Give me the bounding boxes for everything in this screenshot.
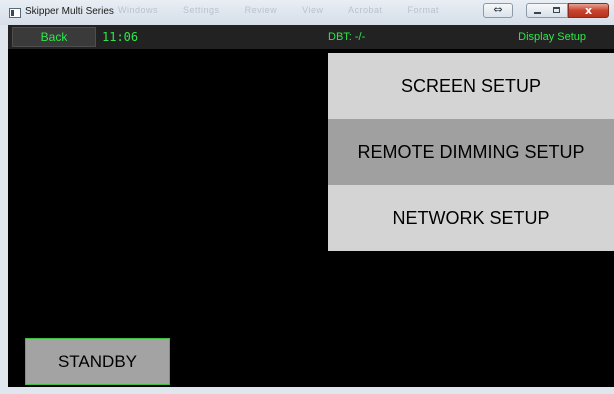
- back-button[interactable]: Back: [12, 27, 96, 47]
- ghost-menu-item: View: [302, 5, 324, 15]
- screen-setup-button[interactable]: SCREEN SETUP: [328, 53, 614, 119]
- setup-menu: SCREEN SETUP REMOTE DIMMING SETUP NETWOR…: [328, 53, 614, 251]
- status-bar: Back 11:06 DBT: -/- Display Setup: [8, 25, 614, 49]
- ghost-menu-item: Windows: [118, 5, 159, 15]
- window-titlebar[interactable]: Skipper Multi Series Windows Settings Re…: [0, 0, 614, 25]
- ghost-menu-item: Format: [407, 5, 440, 15]
- ghost-menu-item: Settings: [183, 5, 220, 15]
- standby-button[interactable]: STANDBY: [25, 338, 170, 385]
- remote-dimming-setup-button[interactable]: REMOTE DIMMING SETUP: [328, 119, 614, 185]
- dbt-readout: DBT: -/-: [328, 31, 366, 43]
- app-window-icon: [9, 8, 21, 18]
- resize-arrows-button[interactable]: ⇔: [483, 3, 513, 18]
- background-menu-ghost: Windows Settings Review View Acrobat For…: [118, 5, 461, 15]
- page-title: Display Setup: [518, 31, 586, 43]
- ghost-menu-item: Acrobat: [347, 5, 383, 15]
- close-button[interactable]: x: [568, 3, 609, 18]
- window-title: Skipper Multi Series: [25, 6, 114, 17]
- app-screen: Back 11:06 DBT: -/- Display Setup SCREEN…: [8, 25, 614, 387]
- window-bottom-border: [0, 387, 614, 394]
- clock-time: 11:06: [102, 30, 139, 44]
- minimize-button[interactable]: [526, 3, 548, 18]
- network-setup-button[interactable]: NETWORK SETUP: [328, 185, 614, 251]
- ghost-menu-item: Review: [244, 5, 278, 15]
- maximize-button[interactable]: [547, 3, 568, 18]
